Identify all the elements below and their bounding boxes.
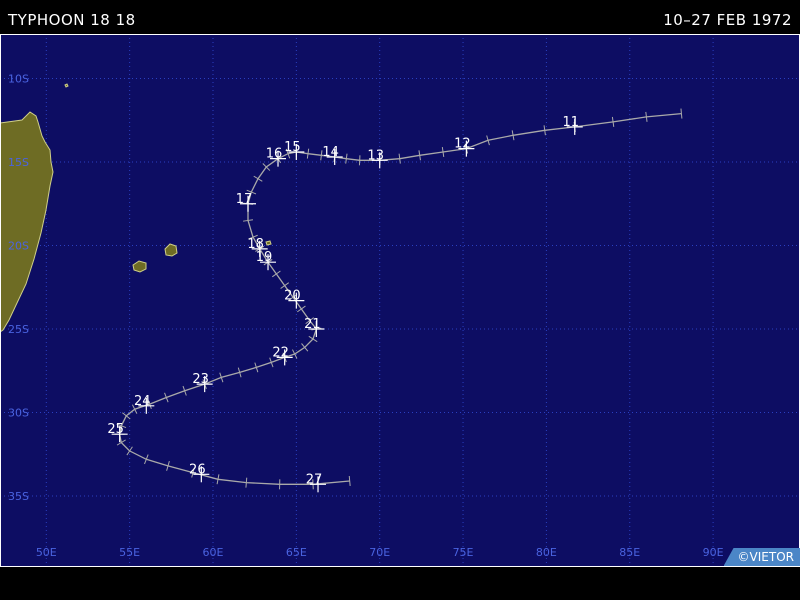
day-label: 21 [304,317,321,332]
day-label: 26 [189,462,206,477]
lon-label: 60E [203,546,224,559]
lat-label: 35S [8,490,29,503]
day-label: 23 [192,372,209,387]
lat-label: 30S [8,407,29,420]
lon-label: 85E [619,546,640,559]
lon-label: 65E [286,546,307,559]
day-label: 16 [266,147,283,162]
lat-label: 10S [8,73,29,86]
day-label: 20 [284,289,301,304]
day-label: 14 [322,145,339,160]
day-label: 15 [284,140,301,155]
lat-label: 25S [8,323,29,336]
lon-label: 75E [453,546,474,559]
lon-label: 55E [119,546,140,559]
storm-title: TYPHOON 18 18 [8,11,136,29]
tromelin-island [64,83,69,88]
day-label: 25 [107,422,124,437]
lon-label: 90E [703,546,724,559]
lat-label: 20S [8,240,29,253]
date-range: 10–27 FEB 1972 [663,11,792,29]
lon-label: 70E [369,546,390,559]
day-label: 24 [134,394,151,409]
rodrigues-island [265,240,272,246]
day-label: 19 [256,250,273,265]
credit-badge: ©VIETOR [723,548,800,566]
day-label: 12 [454,137,471,152]
day-label: 11 [562,115,579,130]
day-label: 17 [236,192,253,207]
map-canvas: 50E 55E 60E 65E 70E 75E 80E 85E 90E 10S 15S 20S 25S 3… [0,34,800,567]
header-bar: TYPHOON 18 18 10–27 FEB 1972 [0,0,800,34]
track-tick [358,155,361,166]
lon-label: 50E [36,546,57,559]
day-label: 13 [367,148,384,163]
day-label: 27 [306,472,323,487]
lon-label: 80E [536,546,557,559]
lat-label: 15S [8,156,29,169]
day-label: 22 [272,345,289,360]
footer-bar [0,567,800,600]
